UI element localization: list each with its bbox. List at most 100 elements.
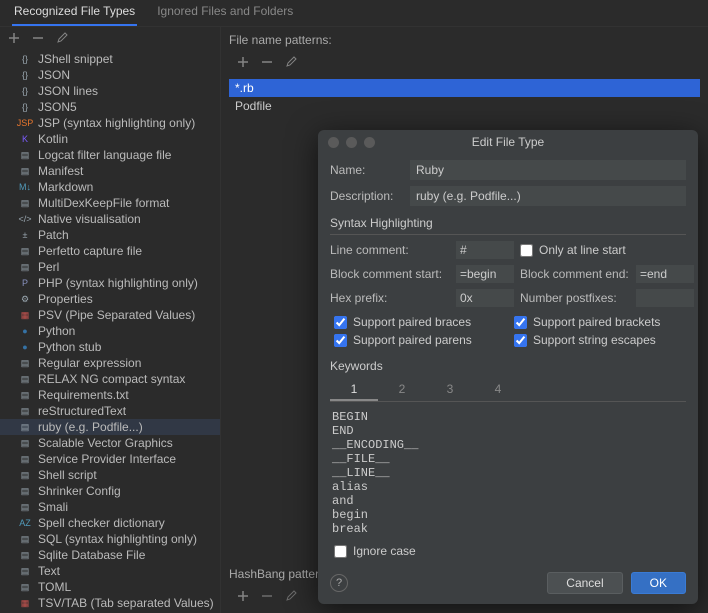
line-comment-field[interactable]	[456, 241, 514, 259]
keyword-tab-2[interactable]: 2	[378, 379, 426, 401]
filetype-label: Shell script	[38, 468, 97, 482]
brackets-checkbox[interactable]	[514, 316, 527, 329]
filetype-item[interactable]: ●Python	[0, 323, 220, 339]
tab-recognized[interactable]: Recognized File Types	[12, 0, 137, 26]
add-icon[interactable]	[8, 32, 22, 46]
filetype-tree[interactable]: {}JShell snippet{}JSON{}JSON lines{}JSON…	[0, 51, 220, 613]
keyword-item[interactable]: END	[330, 424, 686, 438]
filetype-item[interactable]: AZSpell checker dictionary	[0, 515, 220, 531]
filetype-label: Text	[38, 564, 60, 578]
filetype-item[interactable]: ▤Logcat filter language file	[0, 147, 220, 163]
only-line-start-checkbox[interactable]	[520, 244, 533, 257]
close-icon[interactable]	[328, 137, 339, 148]
filetype-item[interactable]: ▤Perfetto capture file	[0, 243, 220, 259]
filetype-item[interactable]: ▤MultiDexKeepFile format	[0, 195, 220, 211]
filetype-label: Requirements.txt	[38, 388, 129, 402]
edit-icon[interactable]	[56, 32, 70, 46]
filetype-item[interactable]: {}JSON lines	[0, 83, 220, 99]
filetype-item[interactable]: ▤Scalable Vector Graphics	[0, 435, 220, 451]
filetype-item[interactable]: KKotlin	[0, 131, 220, 147]
only-line-start-label: Only at line start	[539, 243, 626, 257]
hex-prefix-field[interactable]	[456, 289, 514, 307]
keyword-item[interactable]: begin	[330, 508, 686, 522]
add-icon[interactable]	[237, 56, 251, 70]
filetype-item[interactable]: M↓Markdown	[0, 179, 220, 195]
filetype-label: Markdown	[38, 180, 93, 194]
filetype-item[interactable]: ▤RELAX NG compact syntax	[0, 371, 220, 387]
ignore-case-checkbox[interactable]	[334, 545, 347, 558]
keyword-tab-3[interactable]: 3	[426, 379, 474, 401]
add-icon[interactable]	[237, 590, 251, 604]
filetype-label: JShell snippet	[38, 52, 113, 66]
filetype-label: PSV (Pipe Separated Values)	[38, 308, 195, 322]
doc-icon: ▤	[18, 532, 32, 546]
minimize-icon[interactable]	[346, 137, 357, 148]
remove-icon[interactable]	[261, 56, 275, 70]
angle-icon: </>	[18, 212, 32, 226]
braces-label: Support paired braces	[353, 315, 471, 329]
gear-icon: ⚙	[18, 292, 32, 306]
keyword-item[interactable]: alias	[330, 480, 686, 494]
filetype-item[interactable]: ▤Smali	[0, 499, 220, 515]
filetype-item[interactable]: ▤Service Provider Interface	[0, 451, 220, 467]
ok-button[interactable]: OK	[631, 572, 686, 594]
filetype-item[interactable]: ▤Shell script	[0, 467, 220, 483]
block-start-field[interactable]	[456, 265, 514, 283]
filetype-item[interactable]: </>Native visualisation	[0, 211, 220, 227]
name-field[interactable]	[410, 160, 686, 180]
block-end-field[interactable]	[636, 265, 694, 283]
description-field[interactable]	[410, 186, 686, 206]
doc-icon: ▤	[18, 564, 32, 578]
py-icon: ●	[18, 324, 32, 338]
remove-icon[interactable]	[261, 590, 275, 604]
pattern-list[interactable]: *.rbPodfile	[229, 79, 700, 115]
tab-ignored[interactable]: Ignored Files and Folders	[155, 0, 295, 26]
filetype-item[interactable]: {}JShell snippet	[0, 51, 220, 67]
filetype-item[interactable]: ●Python stub	[0, 339, 220, 355]
filetype-item[interactable]: ▤Perl	[0, 259, 220, 275]
filetype-item[interactable]: ▦TSV/TAB (Tab separated Values)	[0, 595, 220, 611]
num-postfix-field[interactable]	[636, 289, 694, 307]
keyword-item[interactable]: break	[330, 522, 686, 532]
filetype-item[interactable]: ▦PSV (Pipe Separated Values)	[0, 307, 220, 323]
filetype-item[interactable]: ±Patch	[0, 227, 220, 243]
filetype-item[interactable]: ▤ruby (e.g. Podfile...)	[0, 419, 220, 435]
keyword-item[interactable]: BEGIN	[330, 410, 686, 424]
pattern-item[interactable]: *.rb	[229, 79, 700, 97]
filetype-item[interactable]: ▤Manifest	[0, 163, 220, 179]
keyword-item[interactable]: __ENCODING__	[330, 438, 686, 452]
filetype-item[interactable]: ▤TOML	[0, 579, 220, 595]
keyword-tab-1[interactable]: 1	[330, 379, 378, 401]
tsv-icon: ▦	[18, 596, 32, 610]
keyword-item[interactable]: __LINE__	[330, 466, 686, 480]
parens-label: Support paired parens	[353, 333, 472, 347]
parens-checkbox[interactable]	[334, 334, 347, 347]
filetype-item[interactable]: ▤Regular expression	[0, 355, 220, 371]
filetype-item[interactable]: ▤Requirements.txt	[0, 387, 220, 403]
pattern-item[interactable]: Podfile	[229, 97, 700, 115]
keyword-item[interactable]: and	[330, 494, 686, 508]
keyword-item[interactable]: __FILE__	[330, 452, 686, 466]
filetype-item[interactable]: PPHP (syntax highlighting only)	[0, 275, 220, 291]
filetype-item[interactable]: ▤Shrinker Config	[0, 483, 220, 499]
help-button[interactable]: ?	[330, 574, 348, 592]
filetype-item[interactable]: {}JSON5	[0, 99, 220, 115]
remove-icon[interactable]	[32, 32, 46, 46]
filetype-item[interactable]: ⚙Properties	[0, 291, 220, 307]
cancel-button[interactable]: Cancel	[547, 572, 622, 594]
escapes-checkbox[interactable]	[514, 334, 527, 347]
doc-icon: ▤	[18, 356, 32, 370]
keyword-tab-4[interactable]: 4	[474, 379, 522, 401]
filetype-item[interactable]: {}JSON	[0, 67, 220, 83]
filetype-item[interactable]: ▤SQL (syntax highlighting only)	[0, 531, 220, 547]
filetype-item[interactable]: ▤ Text	[0, 563, 220, 579]
filetype-item[interactable]: JSPJSP (syntax highlighting only)	[0, 115, 220, 131]
edit-icon[interactable]	[285, 56, 299, 70]
keyword-list[interactable]: BEGINEND__ENCODING____FILE____LINE__alia…	[330, 408, 686, 532]
filetype-item[interactable]: ▤reStructuredText	[0, 403, 220, 419]
edit-icon[interactable]	[285, 590, 299, 604]
braces-checkbox[interactable]	[334, 316, 347, 329]
filetype-item[interactable]: ▤Sqlite Database File	[0, 547, 220, 563]
jsp-icon: JSP	[18, 116, 32, 130]
zoom-icon[interactable]	[364, 137, 375, 148]
